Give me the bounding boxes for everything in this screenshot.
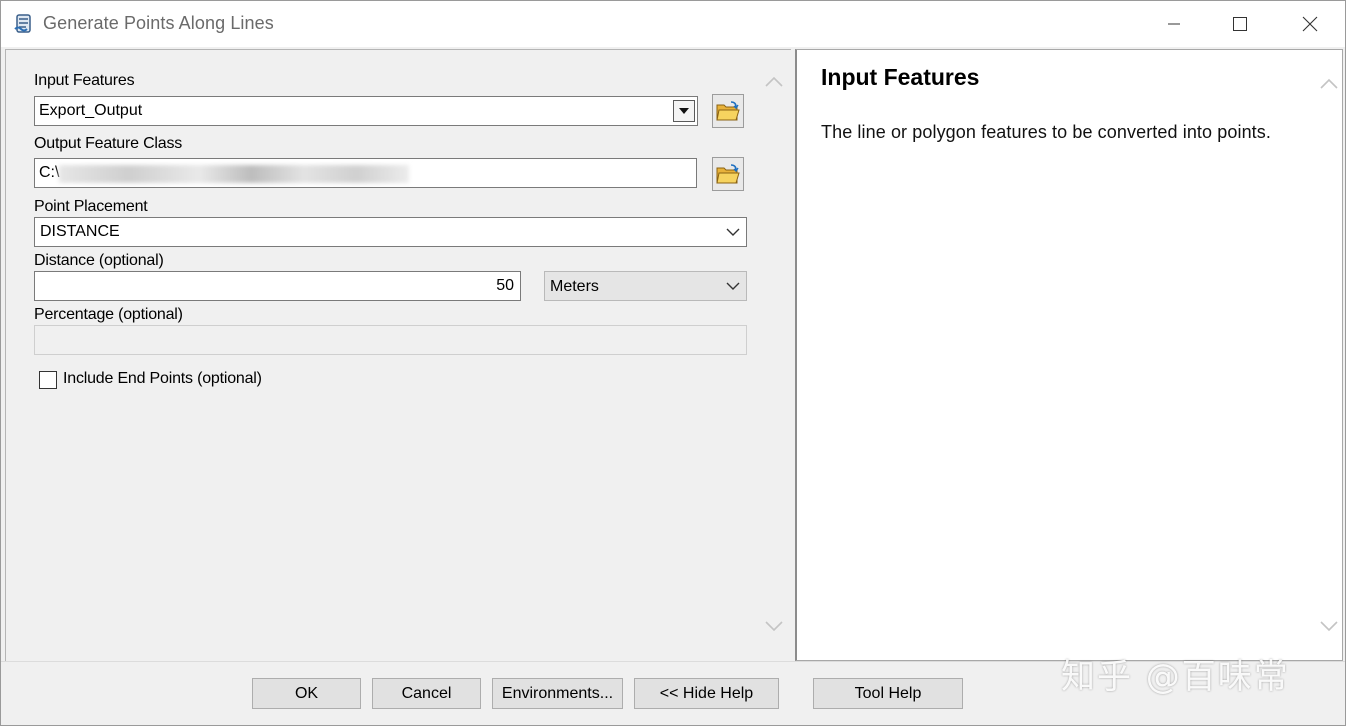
chevron-down-icon [726, 228, 740, 236]
help-scroll-up-arrow[interactable] [1319, 74, 1339, 94]
open-folder-icon [716, 101, 740, 121]
scroll-up-arrow[interactable] [764, 72, 784, 92]
minimize-button[interactable] [1139, 1, 1209, 47]
output-browse-button[interactable] [712, 157, 744, 191]
output-feature-class-input[interactable]: C:\ [34, 158, 697, 188]
chevron-down-icon [1320, 621, 1338, 632]
open-folder-icon [716, 164, 740, 184]
parameters-pane: Input Features Export_Output Output Feat… [5, 49, 791, 661]
maximize-button[interactable] [1205, 1, 1275, 47]
distance-units-value: Meters [550, 278, 599, 295]
output-feature-class-label: Output Feature Class [34, 135, 183, 152]
point-placement-value: DISTANCE [40, 223, 120, 240]
hide-help-button[interactable]: << Hide Help [634, 678, 779, 709]
dropdown-arrow-icon[interactable] [673, 100, 695, 122]
point-placement-label: Point Placement [34, 198, 148, 215]
distance-label: Distance (optional) [34, 252, 164, 269]
percentage-label: Percentage (optional) [34, 306, 183, 323]
script-tool-icon [13, 13, 35, 35]
redacted-path [59, 165, 409, 183]
maximize-icon [1233, 17, 1247, 31]
chevron-down-icon [765, 621, 783, 632]
tool-help-button[interactable]: Tool Help [813, 678, 963, 709]
close-button[interactable] [1275, 1, 1345, 47]
minimize-icon [1168, 23, 1180, 25]
title-bar: Generate Points Along Lines [1, 1, 1345, 47]
window-title: Generate Points Along Lines [43, 13, 274, 33]
distance-input[interactable]: 50 [34, 271, 521, 301]
input-features-browse-button[interactable] [712, 94, 744, 128]
help-body: The line or polygon features to be conve… [821, 122, 1271, 142]
ok-button[interactable]: OK [252, 678, 361, 709]
output-path-value: C:\ [39, 164, 60, 181]
chevron-up-icon [765, 76, 783, 87]
dialog-window: Generate Points Along Lines Input Featur… [0, 0, 1346, 726]
include-end-points-checkbox[interactable] [39, 371, 57, 389]
cancel-button[interactable]: Cancel [372, 678, 481, 709]
chevron-down-icon [726, 282, 740, 290]
help-title: Input Features [821, 64, 980, 90]
environments-button[interactable]: Environments... [492, 678, 623, 709]
close-icon [1302, 16, 1318, 32]
help-scroll-down-arrow[interactable] [1319, 616, 1339, 636]
include-end-points-label: Include End Points (optional) [63, 370, 262, 387]
distance-value: 50 [496, 277, 514, 294]
chevron-up-icon [1320, 78, 1338, 89]
input-features-dropdown[interactable]: Export_Output [34, 96, 698, 126]
help-pane: Input Features The line or polygon featu… [795, 49, 1343, 661]
point-placement-select[interactable]: DISTANCE [34, 217, 747, 247]
distance-units-select[interactable]: Meters [544, 271, 747, 301]
input-features-label: Input Features [34, 72, 135, 89]
input-features-value: Export_Output [39, 102, 143, 119]
percentage-input[interactable] [34, 325, 747, 355]
scroll-down-arrow[interactable] [764, 616, 784, 636]
watermark: 知乎 @百味常 [1061, 657, 1290, 697]
